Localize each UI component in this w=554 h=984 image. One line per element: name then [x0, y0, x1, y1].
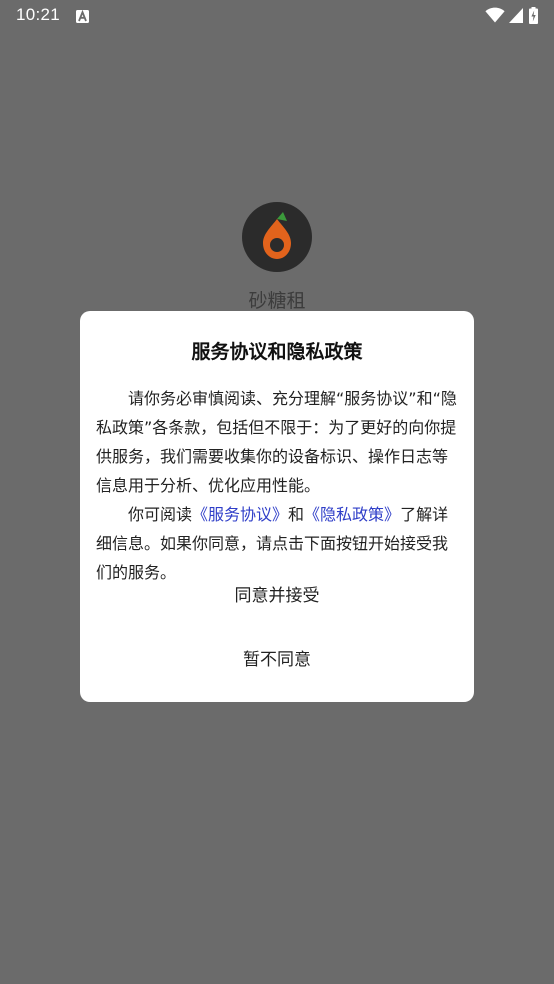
- accept-button[interactable]: 同意并接受: [80, 574, 474, 618]
- service-agreement-link[interactable]: 《服务协议》: [192, 505, 288, 524]
- battery-charging-icon: [529, 6, 538, 24]
- app-logo-icon: [241, 201, 313, 273]
- dialog-body: 请你务必审慎阅读、充分理解“服务协议”和“隐私政策”各条款，包括但不限于：为了更…: [96, 384, 458, 587]
- a-letter-icon: [76, 8, 89, 23]
- wifi-icon: [485, 7, 505, 23]
- status-icons: [485, 6, 538, 24]
- signal-icon: [509, 7, 523, 23]
- status-bar: 10:21: [0, 0, 554, 30]
- decline-button[interactable]: 暂不同意: [80, 638, 474, 682]
- privacy-policy-link[interactable]: 《隐私政策》: [304, 505, 400, 524]
- dialog-title: 服务协议和隐私政策: [191, 341, 363, 363]
- app-name: 砂糖租: [248, 290, 306, 312]
- dialog-paragraph-1: 请你务必审慎阅读、充分理解“服务协议”和“隐私政策”各条款，包括但不限于：为了更…: [96, 389, 457, 495]
- status-time: 10:21: [16, 5, 61, 24]
- paragraph-2-prefix: 你可阅读: [128, 505, 193, 524]
- paragraph-2-and: 和: [288, 505, 305, 524]
- privacy-dialog: 服务协议和隐私政策 请你务必审慎阅读、充分理解“服务协议”和“隐私政策”各条款，…: [80, 311, 474, 702]
